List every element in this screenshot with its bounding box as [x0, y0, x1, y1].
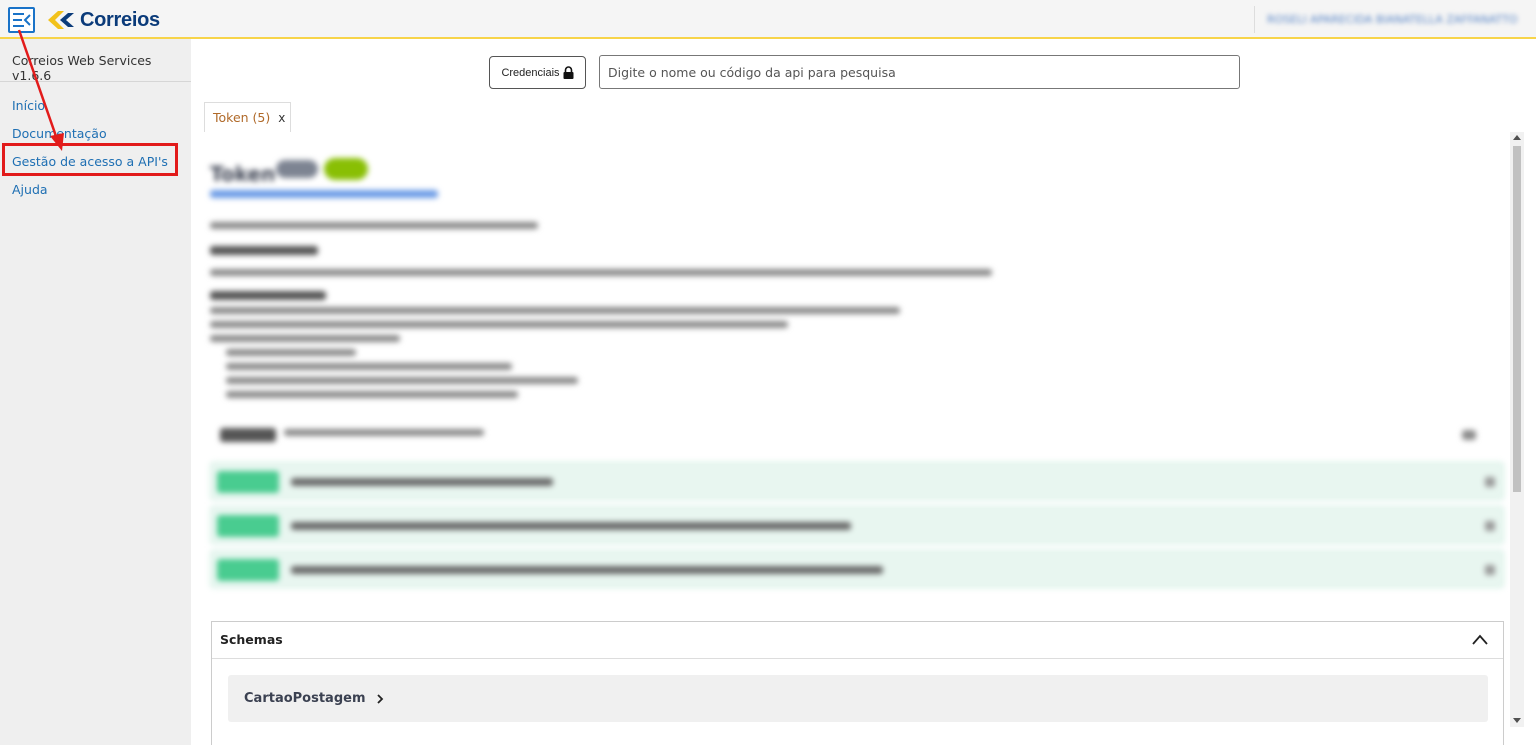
- tab-close-button[interactable]: x: [278, 111, 285, 125]
- chevron-down-icon[interactable]: [1485, 565, 1495, 575]
- collapse-menu-icon: [13, 13, 31, 27]
- sidebar: Correios Web Services v1.6.6 Início Docu…: [0, 39, 191, 745]
- sidebar-item-ajuda[interactable]: Ajuda: [12, 182, 48, 197]
- schema-item[interactable]: CartaoPostagem: [228, 675, 1488, 722]
- tab-token[interactable]: Token (5) x: [204, 102, 291, 132]
- credentials-button[interactable]: Credenciais: [489, 56, 586, 89]
- logo-text: Correios: [80, 8, 160, 31]
- user-menu[interactable]: ROSELI APARECIDA BIANATELLA ZAFFANATTO: [1254, 6, 1536, 33]
- sidebar-item-inicio[interactable]: Início: [12, 98, 45, 113]
- scroll-up-arrow[interactable]: [1513, 135, 1521, 140]
- doc-line: [210, 222, 538, 229]
- scrollbar-thumb[interactable]: [1513, 146, 1521, 492]
- doc-line: [210, 307, 900, 314]
- tab-label: Token (5): [213, 110, 271, 125]
- lock-icon: [563, 66, 574, 79]
- sidebar-divider: [0, 81, 191, 82]
- method-badge: [217, 471, 279, 493]
- operation-path: [291, 522, 851, 530]
- section-description: [284, 429, 484, 436]
- doc-line: [226, 349, 356, 356]
- sidebar-item-documentacao[interactable]: Documentação: [12, 126, 107, 141]
- sidebar-title: Correios Web Services v1.6.6: [12, 53, 152, 83]
- doc-heading: [210, 291, 326, 300]
- schemas-header[interactable]: Schemas: [212, 622, 1503, 659]
- doc-line: [226, 363, 512, 370]
- schemas-title: Schemas: [220, 632, 283, 647]
- chevron-down-icon[interactable]: [1485, 521, 1495, 531]
- operation-path: [291, 566, 883, 574]
- schema-name: CartaoPostagem: [244, 691, 366, 706]
- doc-line: [210, 335, 400, 342]
- doc-heading: [210, 246, 318, 255]
- scrollbar[interactable]: [1510, 132, 1524, 727]
- scroll-down-arrow[interactable]: [1513, 718, 1521, 723]
- menu-toggle-button[interactable]: [8, 7, 35, 33]
- oas-badge: [324, 158, 368, 180]
- api-title: Token: [210, 162, 276, 186]
- chevron-down-icon[interactable]: [1485, 477, 1495, 487]
- credentials-label: Credenciais: [501, 66, 560, 79]
- doc-line: [226, 391, 518, 398]
- chevron-right-icon: [376, 693, 383, 704]
- chevron-up-icon[interactable]: [1462, 430, 1476, 440]
- method-badge: [217, 559, 279, 581]
- chevron-up-icon[interactable]: [1471, 631, 1489, 649]
- operation-path: [291, 478, 553, 486]
- operation-row[interactable]: [210, 550, 1504, 588]
- section-title: [220, 428, 276, 442]
- version-badge: [276, 160, 318, 178]
- user-name: ROSELI APARECIDA BIANATELLA ZAFFANATTO: [1267, 13, 1518, 26]
- doc-line: [210, 321, 788, 328]
- doc-line: [226, 377, 578, 384]
- annotation-highlight-box: [2, 143, 178, 176]
- correios-logo-icon: [48, 11, 74, 29]
- operation-row[interactable]: [210, 462, 1504, 500]
- doc-line: [210, 269, 992, 276]
- top-bar: Correios ROSELI APARECIDA BIANATELLA ZAF…: [0, 0, 1536, 39]
- operation-row[interactable]: [210, 506, 1504, 544]
- schemas-panel: Schemas CartaoPostagem: [211, 621, 1504, 745]
- method-badge: [217, 515, 279, 537]
- api-search-input[interactable]: [599, 55, 1240, 89]
- api-url-link[interactable]: [210, 190, 438, 198]
- correios-logo[interactable]: Correios: [46, 7, 160, 33]
